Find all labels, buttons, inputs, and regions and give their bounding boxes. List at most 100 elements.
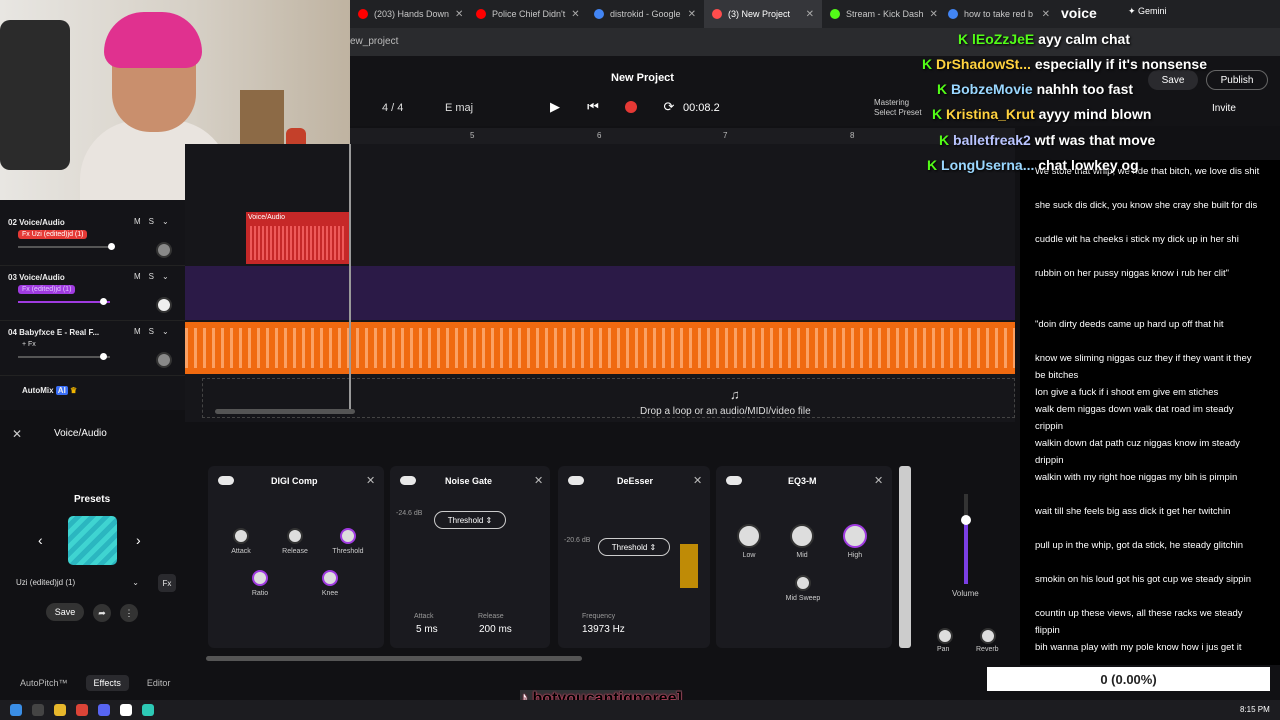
track-volume-fader[interactable] — [18, 353, 110, 360]
preset-dropdown[interactable]: Uzi (edited)jd (1) ⌄ — [10, 574, 145, 592]
share-icon[interactable]: ➦ — [93, 604, 111, 622]
tab-effects[interactable]: Effects — [85, 675, 129, 691]
close-icon[interactable]: ✕ — [1042, 9, 1050, 20]
fx-icon[interactable]: Fx — [158, 574, 176, 592]
threshold-knob[interactable] — [340, 528, 356, 544]
chevron-right-icon[interactable]: › — [136, 532, 141, 548]
toggle-switch[interactable] — [218, 476, 234, 485]
mute-button[interactable]: M — [134, 327, 141, 336]
browser-tab[interactable]: (203) Hands Down ✕ — [350, 0, 468, 28]
frequency-value[interactable]: 13973 Hz — [582, 624, 625, 635]
chevron-left-icon[interactable]: ‹ — [38, 532, 43, 548]
tab-editor[interactable]: Editor — [147, 678, 171, 688]
close-icon[interactable]: ✕ — [455, 9, 463, 20]
save-project-button[interactable]: Save — [1148, 70, 1198, 90]
track-fx-tag[interactable]: Fx Uzi (edited)jd (1) — [18, 230, 88, 239]
mute-button[interactable]: M — [134, 217, 141, 226]
eq-mid-sweep-knob[interactable] — [795, 575, 811, 591]
gemini-button[interactable]: ✦ Gemini — [1128, 6, 1167, 17]
close-icon[interactable]: ✕ — [12, 427, 22, 441]
timeline-ruler[interactable] — [350, 128, 1015, 144]
track-row[interactable]: 02 Voice/Audio M S ⌄ Fx Uzi (edited)jd (1) — [0, 212, 185, 266]
fader-handle[interactable] — [108, 243, 115, 250]
track-pan-knob[interactable] — [156, 297, 172, 313]
loop-icon[interactable]: ⟳ — [659, 97, 679, 117]
attack-value[interactable]: 5 ms — [416, 624, 438, 635]
toggle-switch[interactable] — [726, 476, 742, 485]
browser-tab[interactable]: how to take red b ✕ — [940, 0, 1058, 28]
close-icon[interactable]: ✕ — [571, 9, 579, 20]
app-icon[interactable] — [120, 704, 132, 716]
toggle-switch[interactable] — [568, 476, 584, 485]
invite-button[interactable]: Invite — [1212, 103, 1236, 114]
chevron-down-icon[interactable]: ⌄ — [162, 217, 169, 226]
knee-knob[interactable] — [322, 570, 338, 586]
ratio-knob[interactable] — [252, 570, 268, 586]
tab-autopitch[interactable]: AutoPitch™ — [20, 678, 68, 688]
solo-button[interactable]: S — [149, 217, 154, 226]
mastering-button[interactable]: Mastering Select Preset — [874, 98, 922, 118]
track-row[interactable]: 03 Voice/Audio M S ⌄ Fx (edited)jd (1) — [0, 267, 185, 321]
solo-button[interactable]: S — [149, 272, 154, 281]
key-selector[interactable]: E maj — [445, 102, 473, 114]
browser-tab[interactable]: Police Chief Didn't ✕ — [468, 0, 586, 28]
track-lane-03[interactable] — [185, 266, 1015, 320]
close-icon[interactable]: ✕ — [693, 474, 702, 487]
threshold-control[interactable]: Threshold ⇕ — [434, 511, 506, 529]
close-icon[interactable]: ✕ — [806, 9, 814, 20]
start-icon[interactable] — [10, 704, 22, 716]
obs-icon[interactable] — [142, 704, 154, 716]
track-volume-fader[interactable] — [18, 243, 115, 250]
search-icon[interactable] — [32, 704, 44, 716]
track-fx-tag[interactable]: Fx (edited)jd (1) — [18, 285, 76, 294]
effects-scrollbar[interactable] — [206, 656, 582, 661]
close-icon[interactable]: ✕ — [930, 9, 938, 20]
eq-low-knob[interactable] — [737, 524, 761, 548]
release-value[interactable]: 200 ms — [479, 624, 512, 635]
record-button[interactable] — [621, 97, 641, 117]
skip-back-icon[interactable]: ⏮ — [583, 97, 603, 117]
more-icon[interactable]: ⋮ — [120, 604, 138, 622]
address-bar[interactable] — [350, 28, 1280, 56]
close-icon[interactable]: ✕ — [366, 474, 375, 487]
fx-card-overflow[interactable] — [899, 466, 911, 648]
eq-high-knob[interactable] — [843, 524, 867, 548]
audio-clip-voice[interactable]: Voice/Audio — [246, 212, 350, 264]
release-knob[interactable] — [287, 528, 303, 544]
chevron-down-icon[interactable]: ⌄ — [162, 327, 169, 336]
close-icon[interactable]: ✕ — [534, 474, 543, 487]
file-explorer-icon[interactable] — [54, 704, 66, 716]
track-row[interactable]: 04 Babyfxce E - Real F... M S ⌄ + Fx — [0, 322, 185, 376]
audio-clip-beat[interactable] — [185, 322, 1015, 374]
mute-button[interactable]: M — [134, 272, 141, 281]
browser-tab-active[interactable]: (3) New Project ✕ — [704, 0, 822, 28]
save-preset-button[interactable]: Save — [46, 603, 84, 621]
toggle-switch[interactable] — [400, 476, 416, 485]
close-icon[interactable]: ✕ — [688, 9, 696, 20]
threshold-control[interactable]: Threshold ⇕ — [598, 538, 670, 556]
track-pan-knob[interactable] — [156, 242, 172, 258]
playhead[interactable] — [349, 144, 351, 414]
discord-icon[interactable] — [98, 704, 110, 716]
preset-thumbnail[interactable] — [68, 516, 117, 565]
fader-handle[interactable] — [100, 298, 107, 305]
timeline-scrollbar[interactable] — [215, 409, 355, 414]
browser-tab[interactable]: distrokid - Google ✕ — [586, 0, 704, 28]
chevron-down-icon[interactable]: ⌄ — [162, 272, 169, 281]
eq-mid-knob[interactable] — [790, 524, 814, 548]
close-icon[interactable]: ✕ — [874, 474, 883, 487]
attack-knob[interactable] — [233, 528, 249, 544]
track-volume-fader[interactable] — [18, 298, 110, 305]
time-signature[interactable]: 4 / 4 — [382, 102, 403, 114]
add-fx-button[interactable]: + Fx — [18, 340, 40, 349]
pan-knob[interactable] — [937, 628, 953, 644]
browser-tab[interactable]: Stream - Kick Dash ✕ — [822, 0, 940, 28]
solo-button[interactable]: S — [149, 327, 154, 336]
chrome-icon[interactable] — [76, 704, 88, 716]
fader-handle[interactable] — [100, 353, 107, 360]
reverb-knob[interactable] — [980, 628, 996, 644]
volume-handle[interactable] — [961, 515, 971, 525]
automix-toggle[interactable]: AutoMix AI ♛ — [22, 386, 77, 395]
play-icon[interactable]: ▶ — [545, 97, 565, 117]
track-pan-knob[interactable] — [156, 352, 172, 368]
